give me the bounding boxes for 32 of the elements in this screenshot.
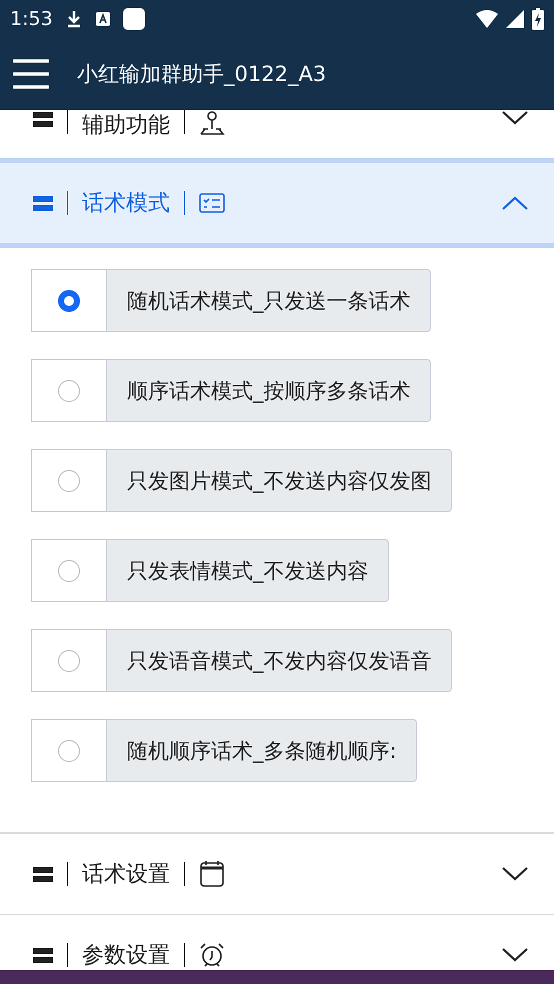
- section-title: 话术设置: [82, 861, 170, 889]
- section-title: 参数设置: [82, 942, 170, 970]
- option-label[interactable]: 随机顺序话术_多条随机顺序:: [106, 719, 417, 782]
- checklist-icon: [199, 192, 225, 214]
- section-icon: [33, 865, 53, 883]
- option-label[interactable]: 顺序话术模式_按顺序多条话术: [106, 359, 430, 422]
- section-icon: [33, 946, 53, 964]
- section-title: 话术模式: [82, 190, 170, 218]
- menu-icon[interactable]: [13, 59, 49, 89]
- section-title: 辅助功能: [82, 112, 170, 140]
- signal-icon: [506, 10, 524, 28]
- section-icon: [33, 110, 53, 128]
- option-label[interactable]: 只发语音模式_不发内容仅发语音: [106, 629, 452, 692]
- section-icon: [33, 194, 53, 212]
- alarm-clock-icon: [199, 942, 225, 968]
- joystick-icon: [199, 110, 225, 136]
- keyboard-icon: [94, 11, 111, 27]
- option-label[interactable]: 只发表情模式_不发送内容: [106, 539, 388, 602]
- chevron-down-icon[interactable]: [501, 110, 529, 126]
- calendar-icon: [199, 860, 225, 888]
- section-header[interactable]: 话术模式: [0, 158, 554, 248]
- chevron-up-icon[interactable]: [501, 195, 529, 211]
- app-title: 小红输加群助手_0122_A3: [77, 61, 326, 88]
- clock-time: 1:53: [10, 8, 53, 30]
- option-label[interactable]: 随机话术模式_只发送一条话术: [106, 269, 430, 332]
- chevron-down-icon[interactable]: [501, 866, 529, 882]
- battery-icon: [532, 8, 544, 30]
- option-label[interactable]: 只发图片模式_不发送内容仅发图: [106, 449, 452, 512]
- chevron-down-icon[interactable]: [501, 947, 529, 963]
- wifi-icon: [476, 10, 498, 28]
- app-icon: [122, 8, 145, 30]
- section-header[interactable]: 话术设置: [0, 834, 554, 915]
